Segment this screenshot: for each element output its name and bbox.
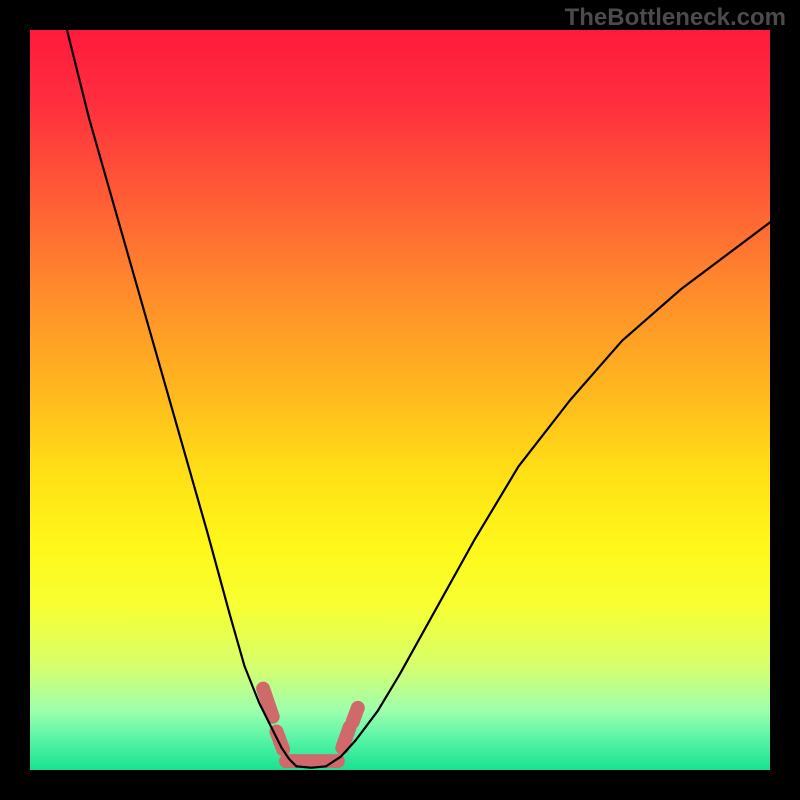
chart-svg [30, 30, 770, 770]
right-marker-upper [342, 727, 349, 748]
chart-frame: TheBottleneck.com [0, 0, 800, 800]
right-marker-lower [353, 708, 358, 722]
watermark-text: TheBottleneck.com [565, 4, 786, 32]
gradient-background [30, 30, 770, 770]
plot-area [30, 30, 770, 770]
